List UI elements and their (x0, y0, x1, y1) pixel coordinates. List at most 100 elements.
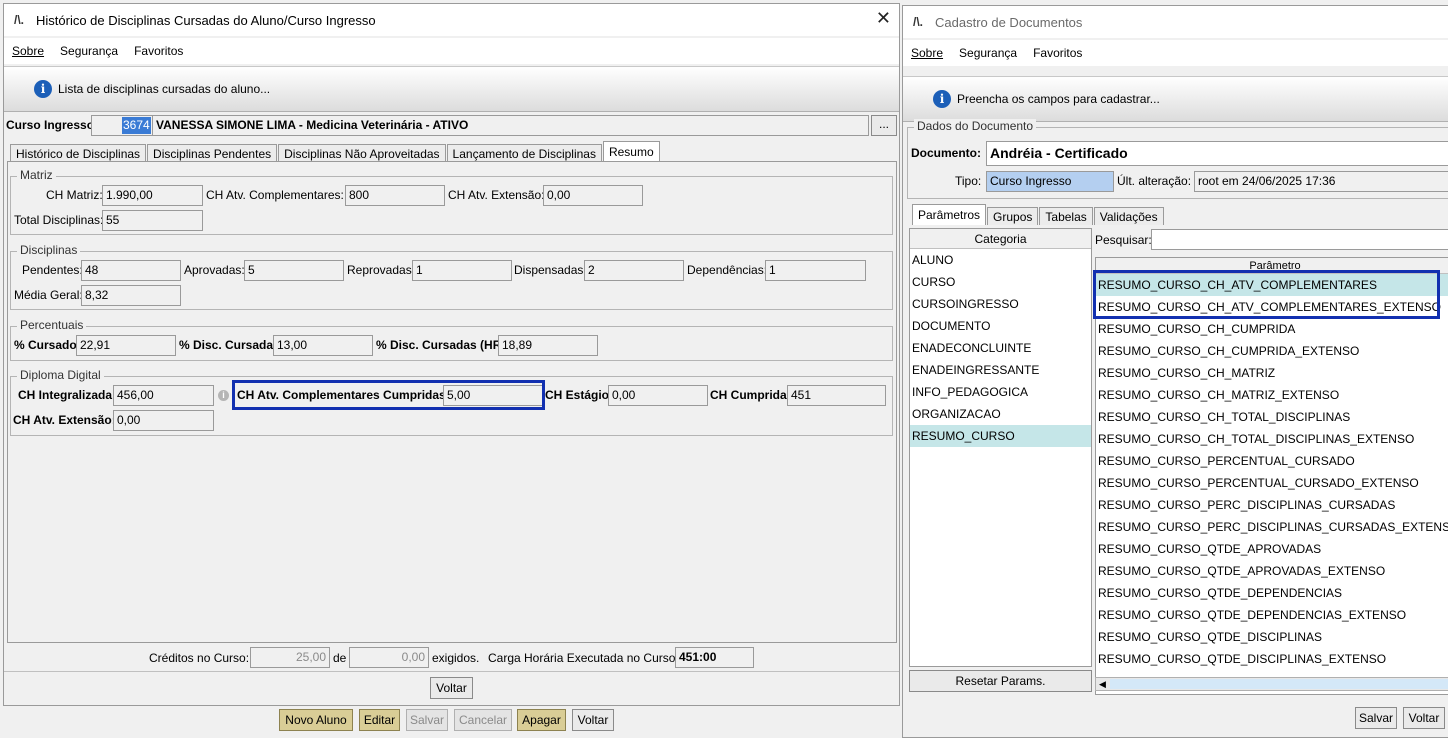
salvar-button[interactable]: Salvar (406, 709, 448, 731)
categoria-item[interactable]: CURSO (910, 271, 1091, 293)
parametro-item[interactable]: RESUMO_CURSO_CH_CUMPRIDA (1096, 318, 1448, 340)
reprovadas-field[interactable]: 1 (412, 260, 512, 281)
categoria-item[interactable]: DOCUMENTO (910, 315, 1091, 337)
ch-estagio-field[interactable]: 0,00 (608, 385, 708, 406)
right-salvar-button[interactable]: Salvar (1355, 707, 1397, 729)
parametro-item[interactable]: RESUMO_CURSO_QTDE_APROVADAS_EXTENSO (1096, 560, 1448, 582)
creditos-label: Créditos no Curso: (149, 651, 250, 665)
historico-window: /\. Histórico de Disciplinas Cursadas do… (3, 3, 900, 706)
percentuais-title: Percentuais (17, 318, 87, 332)
right-window-title: Cadastro de Documentos (935, 14, 1083, 30)
parametro-item[interactable]: RESUMO_CURSO_QTDE_DEPENDENCIAS (1096, 582, 1448, 604)
pendentes-field[interactable]: 48 (81, 260, 181, 281)
parametro-item[interactable]: RESUMO_CURSO_CH_TOTAL_DISCIPLINAS (1096, 406, 1448, 428)
menu-favoritos[interactable]: Favoritos (134, 44, 183, 58)
right-menu-bar: Sobre Segurança Favoritos (903, 40, 1448, 66)
pesquisar-input[interactable] (1151, 229, 1448, 250)
ch-integralizada-field[interactable]: 456,00 (113, 385, 214, 406)
parametro-item[interactable]: RESUMO_CURSO_CH_CUMPRIDA_EXTENSO (1096, 340, 1448, 362)
menu-seguranca[interactable]: Segurança (60, 44, 118, 58)
curso-lookup-button[interactable]: ... (871, 115, 897, 136)
ch-atv-comp-field[interactable]: 800 (345, 185, 445, 206)
tab-lancamento[interactable]: Lançamento de Disciplinas (446, 144, 602, 162)
menu-sobre[interactable]: Sobre (12, 44, 44, 58)
tab-parametros[interactable]: Parâmetros (912, 204, 987, 225)
ult-alteracao-field[interactable]: root em 24/06/2025 17:36 (1194, 171, 1448, 192)
tab-tabelas[interactable]: Tabelas (1039, 207, 1093, 225)
categoria-item[interactable]: CURSOINGRESSO (910, 293, 1091, 315)
ch-cumprida-field[interactable]: 451 (787, 385, 886, 406)
tipo-field[interactable]: Curso Ingresso (986, 171, 1114, 192)
cursado-label: % Cursado: (14, 338, 81, 352)
parametro-item[interactable]: RESUMO_CURSO_PERC_DISCIPLINAS_CURSADAS_E… (1096, 516, 1448, 538)
help-icon[interactable]: i (218, 390, 229, 401)
voltar-button[interactable]: Voltar (430, 677, 473, 699)
dispensadas-field[interactable]: 2 (584, 260, 684, 281)
categoria-header: Categoria (910, 229, 1091, 249)
bottom-voltar-button[interactable]: Voltar (572, 709, 614, 731)
tipo-label: Tipo: (955, 174, 982, 188)
documento-field[interactable]: Andréia - Certificado (986, 141, 1448, 166)
right-info-bar: i Preencha os campos para cadastrar... (903, 76, 1448, 122)
cancelar-button[interactable]: Cancelar (454, 709, 512, 731)
cadastro-window: /\. Cadastro de Documentos Sobre Seguran… (902, 5, 1448, 738)
parametro-item[interactable]: RESUMO_CURSO_PERCENTUAL_CURSADO_EXTENSO (1096, 472, 1448, 494)
disc-cursadas-field[interactable]: 13,00 (273, 335, 373, 356)
de-label: de (333, 651, 347, 665)
tab-historico[interactable]: Histórico de Disciplinas (10, 144, 147, 162)
categoria-item[interactable]: ALUNO (910, 249, 1091, 271)
tab-validacoes[interactable]: Validações (1093, 207, 1164, 225)
parametro-item[interactable]: RESUMO_CURSO_CH_TOTAL_DISCIPLINAS_EXTENS… (1096, 428, 1448, 450)
tab-nao-aproveitadas[interactable]: Disciplinas Não Aproveitadas (278, 144, 446, 162)
cursado-field[interactable]: 22,91 (76, 335, 176, 356)
aprovadas-field[interactable]: 5 (244, 260, 344, 281)
novo-aluno-button[interactable]: Novo Aluno (279, 709, 353, 731)
parametro-item[interactable]: RESUMO_CURSO_CH_MATRIZ (1096, 362, 1448, 384)
diploma-ch-atv-ext-label: CH Atv. Extensão: (13, 413, 116, 427)
categoria-item[interactable]: ORGANIZACAO (910, 403, 1091, 425)
close-icon[interactable]: ✕ (876, 8, 891, 29)
info-bar: i Lista de disciplinas cursadas do aluno… (4, 66, 899, 112)
tab-pendentes[interactable]: Disciplinas Pendentes (147, 144, 278, 162)
carga-field[interactable]: 451:00 (675, 647, 754, 668)
window-title: Histórico de Disciplinas Cursadas do Alu… (36, 12, 376, 28)
creditos-field[interactable]: 25,00 (250, 647, 330, 668)
right-menu-favoritos[interactable]: Favoritos (1033, 46, 1082, 60)
disc-cursadas-hr-label: % Disc. Cursadas (HR): (376, 338, 510, 352)
diploma-title: Diploma Digital (17, 368, 104, 382)
categoria-item[interactable]: ENADECONCLUINTE (910, 337, 1091, 359)
categoria-item[interactable]: INFO_PEDAGOGICA (910, 381, 1091, 403)
media-geral-field[interactable]: 8,32 (81, 285, 181, 306)
scroll-left-icon[interactable]: ◀ (1099, 678, 1106, 690)
tab-grupos[interactable]: Grupos (987, 207, 1039, 225)
parametro-item[interactable]: RESUMO_CURSO_PERC_DISCIPLINAS_CURSADAS (1096, 494, 1448, 516)
parametro-item[interactable]: RESUMO_CURSO_CH_MATRIZ_EXTENSO (1096, 384, 1448, 406)
categoria-item[interactable]: ENADEINGRESSANTE (910, 359, 1091, 381)
resetar-params-button[interactable]: Resetar Params. (909, 670, 1092, 692)
parametro-item[interactable]: RESUMO_CURSO_QTDE_DISCIPLINAS (1096, 626, 1448, 648)
editar-button[interactable]: Editar (359, 709, 400, 731)
ch-matriz-field[interactable]: 1.990,00 (102, 185, 203, 206)
total-disciplinas-field[interactable]: 55 (102, 210, 203, 231)
right-menu-sobre[interactable]: Sobre (911, 46, 943, 60)
disc-cursadas-hr-field[interactable]: 18,89 (498, 335, 598, 356)
aprovadas-label: Aprovadas: (184, 263, 245, 277)
right-info-text: Preencha os campos para cadastrar... (957, 92, 1160, 106)
right-voltar-button[interactable]: Voltar (1403, 707, 1445, 729)
exigidos-field[interactable]: 0,00 (349, 647, 429, 668)
tab-resumo[interactable]: Resumo (602, 141, 660, 162)
ch-atv-ext-field[interactable]: 0,00 (543, 185, 643, 206)
horizontal-scrollbar[interactable]: ◀ (1095, 677, 1448, 691)
right-menu-seguranca[interactable]: Segurança (959, 46, 1017, 60)
parametro-item[interactable]: RESUMO_CURSO_PERCENTUAL_CURSADO (1096, 450, 1448, 472)
parametro-item[interactable]: RESUMO_CURSO_QTDE_DEPENDENCIAS_EXTENSO (1096, 604, 1448, 626)
dependencias-field[interactable]: 1 (765, 260, 866, 281)
scrollbar-thumb[interactable] (1110, 679, 1448, 689)
parametro-item[interactable]: RESUMO_CURSO_QTDE_DISCIPLINAS_EXTENSO (1096, 648, 1448, 670)
categoria-item-selected[interactable]: RESUMO_CURSO (910, 425, 1091, 447)
diploma-ch-atv-ext-field[interactable]: 0,00 (113, 410, 214, 431)
apagar-button[interactable]: Apagar (517, 709, 566, 731)
parametro-item[interactable]: RESUMO_CURSO_QTDE_APROVADAS (1096, 538, 1448, 560)
curso-ingresso-field[interactable]: 3674 VANESSA SIMONE LIMA - Medicina Vete… (91, 115, 869, 136)
disciplinas-title: Disciplinas (17, 243, 81, 257)
